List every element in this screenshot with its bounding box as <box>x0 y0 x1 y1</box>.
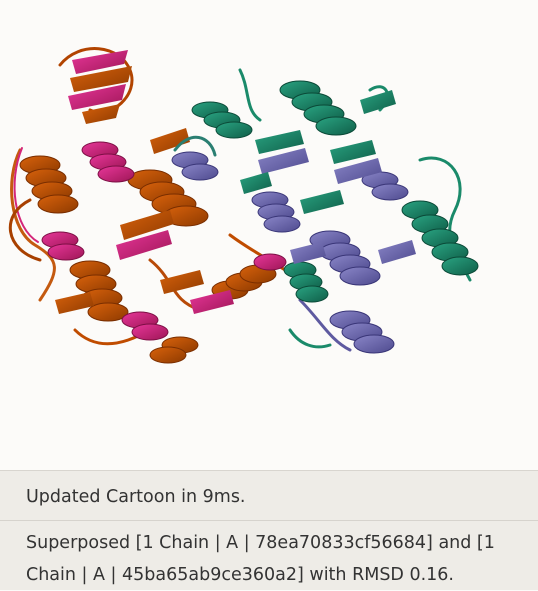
structure-b-domain-right <box>171 68 479 354</box>
protein-cartoon-render <box>8 47 479 364</box>
log-divider <box>0 520 538 521</box>
log-entry: Superposed [1 Chain | A | 78ea70833cf566… <box>26 533 495 585</box>
log-panel: Updated Cartoon in 9ms. Superposed [1 Ch… <box>0 470 538 590</box>
log-entry: Updated Cartoon in 9ms. <box>26 487 246 507</box>
3d-structure-viewport[interactable] <box>0 0 538 470</box>
structure-a-domain-left <box>8 47 287 364</box>
